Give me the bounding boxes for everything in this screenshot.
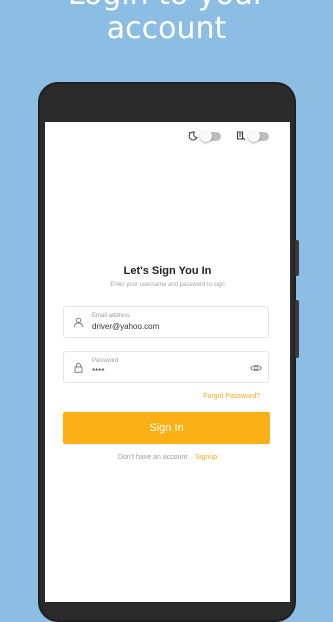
app-screen: Let's Sign You In Enter your username an… bbox=[45, 122, 290, 602]
headline-line-2: account bbox=[106, 11, 227, 46]
night-mode-switch[interactable] bbox=[200, 129, 221, 142]
switch-knob bbox=[248, 129, 260, 142]
settings-toggles-bar bbox=[45, 129, 290, 143]
lock-icon bbox=[74, 362, 83, 373]
signin-title: Let's Sign You In bbox=[123, 265, 212, 277]
language-toggle-group bbox=[236, 129, 269, 142]
signup-prompt: Don't have an account Signup bbox=[45, 454, 290, 461]
sign-in-button[interactable]: Sign In bbox=[63, 412, 270, 444]
language-switch[interactable] bbox=[248, 129, 269, 142]
password-field[interactable]: Password bbox=[63, 351, 269, 383]
password-label: Password bbox=[92, 358, 119, 364]
email-field[interactable]: Email address bbox=[63, 306, 269, 338]
night-mode-icon bbox=[188, 131, 198, 141]
no-account-text: Don't have an account bbox=[117, 454, 188, 461]
night-mode-toggle-group bbox=[188, 129, 221, 142]
signup-link[interactable]: Signup bbox=[195, 454, 217, 461]
user-icon bbox=[74, 317, 83, 328]
forgot-password-link[interactable]: Forgot Password? bbox=[203, 393, 260, 400]
email-label: Email address bbox=[92, 313, 131, 319]
email-input[interactable] bbox=[92, 322, 242, 331]
show-password-eye-icon[interactable] bbox=[250, 363, 262, 373]
password-input[interactable] bbox=[92, 367, 242, 376]
promo-headline: Login to your account bbox=[0, 0, 333, 46]
language-icon bbox=[237, 131, 246, 141]
power-button bbox=[295, 300, 299, 358]
volume-button bbox=[295, 240, 299, 276]
switch-knob bbox=[200, 129, 212, 142]
signin-subtitle: Enter your username and password to sign bbox=[110, 282, 225, 288]
